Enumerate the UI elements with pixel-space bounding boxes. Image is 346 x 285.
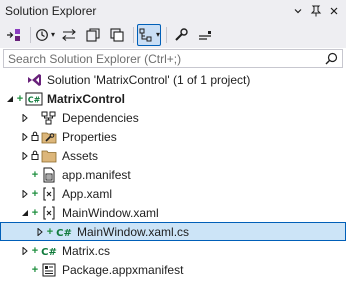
lock-status-icon [30, 131, 40, 143]
tree-item[interactable]: Dependencies [0, 108, 346, 127]
expanded-arrow-icon[interactable] [5, 94, 15, 104]
collapsed-arrow-icon[interactable] [20, 189, 30, 199]
svg-text:C#: C# [41, 247, 57, 258]
tree-item[interactable]: + Package.appxmanifest [0, 260, 346, 279]
sync-with-active-document-icon[interactable] [58, 24, 80, 46]
toolbar: ▾ ▾ [0, 21, 346, 48]
pending-changes-filter-icon[interactable]: ▾ [34, 24, 56, 46]
chevron-down-icon: ▾ [156, 30, 161, 39]
tree-item-label: Solution 'MatrixControl' (1 of 1 project… [47, 72, 251, 87]
collapsed-arrow-icon[interactable] [20, 151, 30, 161]
expanded-arrow-icon[interactable] [20, 208, 30, 218]
added-status-icon: + [31, 206, 39, 219]
csharp-project-icon: C# [25, 91, 43, 107]
collapsed-arrow-icon[interactable] [35, 227, 45, 237]
close-icon[interactable] [326, 3, 342, 19]
appx-manifest-icon [40, 262, 58, 278]
tree-item[interactable]: + app.manifest [0, 165, 346, 184]
collapsed-arrow-icon[interactable] [20, 113, 30, 123]
tree-item-label: app.manifest [62, 167, 131, 182]
search-box [3, 49, 343, 68]
pin-icon[interactable] [308, 3, 324, 19]
solution-tree: Solution 'MatrixControl' (1 of 1 project… [0, 70, 346, 279]
switch-views-icon[interactable] [3, 24, 25, 46]
folder-icon [40, 148, 58, 164]
svg-text:C#: C# [28, 95, 41, 104]
title-actions [290, 0, 342, 21]
dependencies-icon [40, 110, 58, 126]
added-status-icon: + [31, 168, 39, 181]
added-status-icon: + [46, 225, 54, 238]
tree-item-label: MainWindow.xaml.cs [77, 224, 190, 239]
panel-title: Solution Explorer [5, 3, 97, 18]
refresh-icon[interactable] [82, 24, 104, 46]
lock-status-icon [30, 150, 40, 162]
chevron-down-icon[interactable] [290, 3, 306, 19]
tree-item[interactable]: Assets [0, 146, 346, 165]
tree-item-label: MatrixControl [47, 91, 125, 106]
tree-item-label: Package.appxmanifest [62, 262, 184, 277]
title-bar: Solution Explorer [0, 0, 346, 21]
tree-item[interactable]: + App.xaml [0, 184, 346, 203]
csharp-file-icon: C# [55, 224, 73, 240]
xaml-file-icon [40, 205, 58, 221]
toolbar-separator [166, 26, 168, 43]
tree-item[interactable]: Properties [0, 127, 346, 146]
tree-item-label: MainWindow.xaml [62, 205, 159, 220]
csharp-file-icon: C# [40, 243, 58, 259]
collapse-all-icon[interactable] [106, 24, 128, 46]
search-icon[interactable] [320, 50, 342, 67]
added-status-icon: + [16, 92, 24, 105]
properties-folder-icon [40, 129, 58, 145]
tree-item[interactable]: + MainWindow.xaml [0, 203, 346, 222]
solution-icon [25, 72, 43, 88]
tree-item-label: Dependencies [62, 110, 139, 125]
manifest-file-icon [40, 167, 58, 183]
search-input[interactable] [4, 50, 320, 67]
tree-item[interactable]: + C# MatrixControl [0, 89, 346, 108]
tree-item[interactable]: + C# Matrix.cs [0, 241, 346, 260]
collapsed-arrow-icon[interactable] [20, 246, 30, 256]
tree-item-label: Assets [62, 148, 99, 163]
collapsed-arrow-icon[interactable] [20, 132, 30, 142]
toolbar-separator [133, 26, 134, 43]
added-status-icon: + [31, 187, 39, 200]
preview-selected-items-icon[interactable] [194, 24, 216, 46]
show-all-files-icon[interactable]: ▾ [137, 23, 162, 46]
toolbar-separator [30, 26, 31, 43]
tree-item-label: App.xaml [62, 186, 113, 201]
added-status-icon: + [31, 263, 39, 276]
tree-item[interactable]: Solution 'MatrixControl' (1 of 1 project… [0, 70, 346, 89]
tree-item-label: Properties [62, 129, 117, 144]
properties-icon[interactable] [170, 24, 192, 46]
svg-text:C#: C# [56, 228, 72, 239]
tree-item[interactable]: + C# MainWindow.xaml.cs [0, 222, 346, 241]
xaml-file-icon [40, 186, 58, 202]
chevron-down-icon: ▾ [50, 30, 55, 39]
tree-item-label: Matrix.cs [62, 243, 110, 258]
added-status-icon: + [31, 244, 39, 257]
